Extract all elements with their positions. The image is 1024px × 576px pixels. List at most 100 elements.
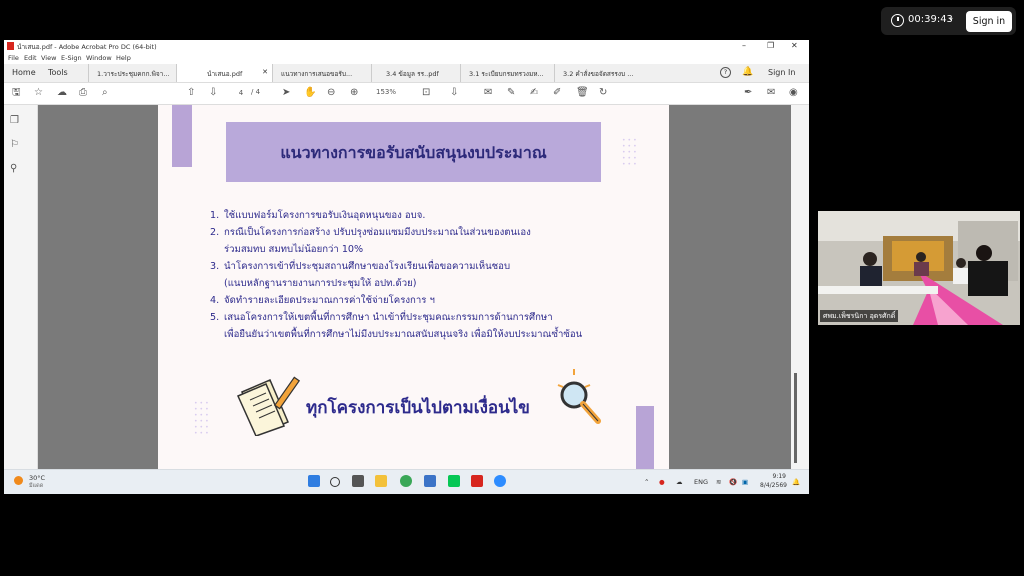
start-windows-icon[interactable] bbox=[308, 475, 320, 487]
tray-network-app-icon[interactable]: ☁ bbox=[676, 478, 683, 486]
item-number: 5. bbox=[210, 312, 220, 323]
hand-tool-icon[interactable]: ✋ bbox=[304, 87, 316, 99]
tab-document[interactable]: 3.2 คำสั่งขอจัดสรรงบ ... bbox=[554, 64, 642, 82]
select-arrow-icon[interactable]: ➤ bbox=[282, 87, 290, 99]
weather-description: มีแดด bbox=[29, 483, 44, 489]
comment-icon[interactable]: ✉ bbox=[484, 87, 492, 99]
zoom-out-icon[interactable]: ⊖ bbox=[327, 87, 335, 99]
menu-window[interactable]: Window bbox=[86, 54, 112, 62]
tab-document[interactable]: 3.1 ระเบียบกรมทรวงมห... bbox=[460, 64, 554, 82]
pages-icon[interactable]: ❐ bbox=[10, 115, 19, 126]
title-banner: แนวทางการขอรับสนับสนุนงบประมาณ bbox=[226, 122, 601, 182]
acrobat-taskbar-icon[interactable] bbox=[471, 475, 483, 487]
page-down-icon[interactable]: ⇩ bbox=[209, 87, 217, 99]
pdf-page: ••• ••• ••• ••• ••• ••• ••• ••• ••• ••• ••• แนวทา… bbox=[158, 105, 669, 469]
bookmark-icon[interactable]: ⚐ bbox=[10, 139, 19, 150]
scrollbar-thumb[interactable] bbox=[794, 373, 797, 463]
page-up-icon[interactable]: ⇧ bbox=[187, 87, 195, 99]
search-icon[interactable]: ⌕ bbox=[102, 87, 108, 99]
bell-icon[interactable]: 🔔 bbox=[742, 67, 753, 77]
volume-icon[interactable]: 🔇 bbox=[729, 478, 737, 486]
list-item: 2. กรณีเป็นโครงการก่อสร้าง ปรับปรุงซ่อมแซ… bbox=[210, 224, 650, 241]
page-total: / 4 bbox=[251, 88, 261, 96]
attachment-icon[interactable]: ⚲ bbox=[10, 163, 17, 174]
item-text: นำโครงการเข้าที่ประชุมสถานศึกษาของโรงเรี… bbox=[224, 261, 511, 272]
scroll-mode-icon[interactable]: ⇩ bbox=[450, 87, 458, 99]
bookmark-star-icon[interactable]: ☆ bbox=[34, 87, 43, 99]
sign-in-button[interactable]: Sign in bbox=[966, 11, 1012, 32]
item-text: จัดทำรายละเอียดประมาณการค่าใช้จ่ายโครงกา… bbox=[224, 295, 435, 306]
menu-esign[interactable]: E-Sign bbox=[61, 54, 82, 62]
item-number: 3. bbox=[210, 261, 220, 272]
tab-document[interactable]: 1.วาระประชุมคกก.พิจา... bbox=[88, 64, 176, 82]
print-icon[interactable]: ⎙ bbox=[79, 87, 87, 99]
canvas-margin-right bbox=[669, 105, 791, 469]
item-number: 2. bbox=[210, 227, 220, 238]
list-item: 1. ใช้แบบฟอร์มโครงการขอรับเงินอุดหนุนของ … bbox=[210, 207, 650, 224]
tray-chevron-icon[interactable]: ⌃ bbox=[644, 478, 649, 486]
delete-icon[interactable]: 🗑 bbox=[576, 87, 589, 99]
zoom-level[interactable]: 153% bbox=[376, 88, 396, 96]
edit-pen-icon[interactable]: ✒ bbox=[744, 87, 752, 99]
menu-bar: File Edit View E-Sign Window Help bbox=[4, 53, 809, 64]
tray-app-icon[interactable]: ▣ bbox=[742, 478, 748, 486]
file-explorer-icon[interactable] bbox=[375, 475, 387, 487]
highlight-pen-icon[interactable]: ✎ bbox=[507, 87, 515, 99]
page-number-input[interactable]: 4 bbox=[233, 87, 249, 99]
account-icon[interactable]: ◉ bbox=[789, 87, 798, 99]
search-taskbar-icon[interactable] bbox=[330, 477, 340, 487]
save-icon[interactable]: 🖫 bbox=[12, 87, 21, 99]
notification-icon[interactable]: 🔔 bbox=[792, 478, 800, 486]
minimize-icon[interactable]: – bbox=[742, 41, 746, 50]
close-tab-icon[interactable]: ✕ bbox=[262, 68, 268, 76]
list-item: 5. เสนอโครงการให้เขตพื้นที่การศึกษา นำเข้… bbox=[210, 309, 650, 326]
tab-bar: Home Tools 1.วาระประชุมคกก.พิจา... นำเสน… bbox=[4, 64, 809, 83]
left-panel: ❐ ⚐ ⚲ bbox=[4, 105, 38, 469]
tab-tools[interactable]: Tools bbox=[48, 68, 68, 77]
rotate-icon[interactable]: ↻ bbox=[599, 87, 607, 99]
language-indicator[interactable]: ENG bbox=[694, 478, 708, 486]
draw-icon[interactable]: ✍ bbox=[530, 87, 538, 99]
menu-help[interactable]: Help bbox=[116, 54, 131, 62]
email-icon[interactable]: ✉ bbox=[767, 87, 775, 99]
app-icon[interactable] bbox=[424, 475, 436, 487]
tab-document[interactable]: 3.4 ข้อมูล รร..pdf bbox=[371, 64, 460, 82]
tab-label: 1.วาระประชุมคกก.พิจา... bbox=[97, 70, 170, 78]
menu-file[interactable]: File bbox=[8, 54, 19, 62]
tray-app-icon[interactable]: ● bbox=[659, 478, 665, 486]
list-item: 3. นำโครงการเข้าที่ประชุมสถานศึกษาของโรงเ… bbox=[210, 258, 650, 275]
sign-in-link[interactable]: Sign In bbox=[768, 68, 795, 77]
help-icon[interactable]: ? bbox=[720, 67, 731, 78]
tab-document-active[interactable]: นำเสนอ.pdf ✕ bbox=[176, 64, 272, 82]
chevron-down-icon[interactable]: ⌄ bbox=[947, 13, 955, 23]
decorative-bar bbox=[172, 105, 192, 167]
tab-home[interactable]: Home bbox=[12, 68, 36, 77]
pdf-icon bbox=[7, 42, 14, 50]
vertical-scrollbar[interactable] bbox=[791, 105, 809, 469]
document-area: ❐ ⚐ ⚲ ••• ••• ••• ••• ••• ••• ••• ••• ••• ••• •••… bbox=[4, 105, 809, 469]
item-text: ร่วมสมทบ สมทบไม่น้อยกว่า 10% bbox=[224, 244, 364, 255]
toolbar: 🖫 ☆ ☁ ⎙ ⌕ ⇧ ⇩ 4 / 4 ➤ ✋ ⊖ ⊕ 153% ⊡ ⇩ ✉ ✎… bbox=[4, 83, 809, 105]
upload-cloud-icon[interactable]: ☁ bbox=[57, 87, 67, 99]
fill-sign-icon[interactable]: ✐ bbox=[553, 87, 561, 99]
participant-video[interactable]: ศพม.เพ็ชรนิกา อุดรศักดิ์ bbox=[818, 211, 1020, 325]
menu-view[interactable]: View bbox=[41, 54, 56, 62]
list-item: 4. จัดทำรายละเอียดประมาณการค่าใช้จ่ายโครง… bbox=[210, 292, 650, 309]
taskbar-clock[interactable]: 9:19 8/4/2569 bbox=[760, 473, 787, 489]
zoom-app-icon[interactable] bbox=[494, 475, 506, 487]
tab-label: 3.1 ระเบียบกรมทรวงมห... bbox=[469, 70, 544, 78]
weather-sun-icon[interactable] bbox=[14, 476, 23, 485]
close-icon[interactable]: ✕ bbox=[791, 41, 798, 50]
zoom-in-icon[interactable]: ⊕ bbox=[350, 87, 358, 99]
page-fit-icon[interactable]: ⊡ bbox=[422, 87, 430, 99]
task-view-icon[interactable] bbox=[352, 475, 364, 487]
chrome-icon[interactable] bbox=[400, 475, 412, 487]
slide-title: แนวทางการขอรับสนับสนุนงบประมาณ bbox=[280, 143, 547, 162]
menu-edit[interactable]: Edit bbox=[24, 54, 37, 62]
wifi-icon[interactable]: ≋ bbox=[716, 478, 721, 486]
guideline-list: 1. ใช้แบบฟอร์มโครงการขอรับเงินอุดหนุนของ … bbox=[210, 207, 650, 343]
line-app-icon[interactable] bbox=[448, 475, 460, 487]
restore-icon[interactable]: ❐ bbox=[767, 41, 774, 50]
list-item-continuation: เพื่อยืนยันว่าเขตพื้นที่การศึกษาไม่มีงบป… bbox=[210, 326, 650, 343]
tab-document[interactable]: แนวทางการเสนอขอรับ... bbox=[272, 64, 371, 82]
